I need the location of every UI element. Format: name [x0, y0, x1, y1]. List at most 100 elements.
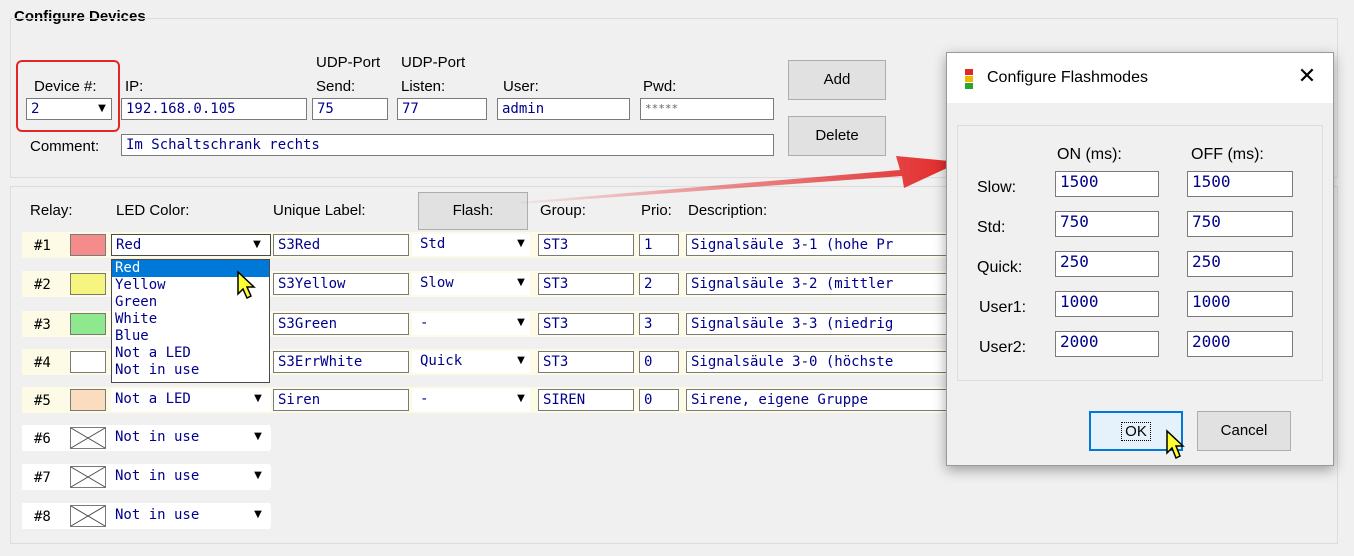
off-ms-field[interactable]: 2000 [1187, 331, 1293, 357]
flash-mode-select[interactable]: - ▼ [412, 389, 530, 411]
led-color-select[interactable]: Red ▼ [111, 234, 271, 256]
description-field[interactable]: Sirene, eigene Gruppe [686, 389, 948, 411]
ok-button-label: OK [1121, 422, 1151, 441]
led-color-swatch [70, 313, 106, 335]
on-ms-field[interactable]: 750 [1055, 211, 1159, 237]
cross-box-icon [70, 505, 106, 527]
cursor-icon [1166, 429, 1185, 460]
description-field[interactable]: Signalsäule 3-1 (hohe Pr [686, 234, 948, 256]
prio-field[interactable]: 0 [639, 389, 679, 411]
group-field[interactable]: ST3 [538, 351, 634, 373]
on-ms-field[interactable]: 1000 [1055, 291, 1159, 317]
group-field[interactable]: ST3 [538, 273, 634, 295]
send-label: Send: [316, 78, 356, 95]
prio-field[interactable]: 2 [639, 273, 679, 295]
group-field[interactable]: SIREN [538, 389, 634, 411]
relay-number: #1 [34, 238, 51, 254]
on-ms-field[interactable]: 250 [1055, 251, 1159, 277]
dropdown-arrow-icon[interactable]: ▼ [93, 99, 111, 119]
group-field[interactable]: ST3 [538, 313, 634, 335]
on-ms-field[interactable]: 1500 [1055, 171, 1159, 197]
device-label: Device #: [34, 78, 97, 95]
description-field[interactable]: Signalsäule 3-2 (mittler [686, 273, 948, 295]
flash-mode-select[interactable]: Quick ▼ [412, 351, 530, 373]
relay-number: #8 [34, 509, 51, 525]
dropdown-arrow-icon[interactable]: ▼ [512, 389, 530, 409]
dropdown-arrow-icon[interactable]: ▼ [512, 234, 530, 254]
group-field[interactable]: ST3 [538, 234, 634, 256]
mode-label: Quick: [977, 259, 1023, 276]
prio-field[interactable]: 0 [639, 351, 679, 373]
unique-label-field[interactable]: S3Red [273, 234, 409, 256]
led-color-swatch [70, 389, 106, 411]
flash-mode-select[interactable]: - ▼ [412, 313, 530, 335]
off-ms-field[interactable]: 1500 [1187, 171, 1293, 197]
device-highlight-box [16, 60, 120, 132]
dropdown-option[interactable]: White [112, 311, 269, 328]
led-color-value: Not in use [115, 468, 200, 484]
traffic-light-icon [965, 69, 973, 89]
add-button[interactable]: Add [788, 60, 886, 100]
flash-button-label: Flash: [452, 202, 494, 219]
dropdown-option[interactable]: Not in use [112, 362, 269, 379]
description-field[interactable]: Signalsäule 3-3 (niedrig [686, 313, 948, 335]
on-ms-field[interactable]: 2000 [1055, 331, 1159, 357]
led-color-value: Not a LED [115, 391, 191, 407]
udp-listen-header: UDP-Port [401, 54, 466, 71]
led-color-swatch [70, 351, 106, 373]
led-color-select[interactable]: Not in use ▼ [111, 505, 271, 527]
cursor-icon [237, 270, 256, 300]
unique-label-field[interactable]: S3Yellow [273, 273, 409, 295]
user-field[interactable]: admin [497, 98, 630, 120]
dropdown-option[interactable]: Not a LED [112, 345, 269, 362]
unique-label-field[interactable]: S3Green [273, 313, 409, 335]
dropdown-arrow-icon[interactable]: ▼ [249, 466, 267, 486]
flash-mode-select[interactable]: Std ▼ [412, 234, 530, 256]
cancel-button[interactable]: Cancel [1197, 411, 1291, 451]
off-ms-field[interactable]: 250 [1187, 251, 1293, 277]
dialog-title: Configure Flashmodes [987, 69, 1148, 86]
relay-number: #7 [34, 470, 51, 486]
listen-label: Listen: [401, 78, 446, 95]
ip-field[interactable]: 192.168.0.105 [121, 98, 307, 120]
led-color-swatch [70, 273, 106, 295]
relay-number: #6 [34, 431, 51, 447]
flash-button[interactable]: Flash: [418, 192, 528, 230]
dropdown-arrow-icon[interactable]: ▼ [512, 273, 530, 293]
off-header: OFF (ms): [1191, 146, 1264, 163]
pwd-label: Pwd: [643, 78, 677, 95]
relay-number: #2 [34, 277, 51, 293]
prio-field[interactable]: 3 [639, 313, 679, 335]
device-select[interactable]: 2 ▼ [26, 98, 112, 120]
prio-field[interactable]: 1 [639, 234, 679, 256]
relay-header: Relay: [30, 202, 73, 219]
password-field[interactable]: ***** [640, 98, 774, 120]
dropdown-option[interactable]: Blue [112, 328, 269, 345]
dropdown-arrow-icon[interactable]: ▼ [512, 313, 530, 333]
led-color-select[interactable]: Not in use ▼ [111, 466, 271, 488]
unique-label-field[interactable]: S3ErrWhite [273, 351, 409, 373]
dropdown-arrow-icon[interactable]: ▼ [249, 427, 267, 447]
dropdown-arrow-icon[interactable]: ▼ [249, 505, 267, 525]
dropdown-arrow-icon[interactable]: ▼ [512, 351, 530, 371]
dropdown-arrow-icon[interactable]: ▼ [249, 389, 267, 409]
led-color-select[interactable]: Not in use ▼ [111, 427, 271, 449]
flash-mode-value: - [420, 315, 429, 331]
led-color-swatch [70, 234, 106, 256]
close-icon[interactable]: ✕ [1293, 63, 1321, 91]
unique-label-field[interactable]: Siren [273, 389, 409, 411]
dropdown-arrow-icon[interactable]: ▼ [248, 235, 266, 255]
led-color-header: LED Color: [116, 202, 190, 219]
off-ms-field[interactable]: 750 [1187, 211, 1293, 237]
mode-label: User1: [979, 299, 1027, 316]
listen-port-field[interactable]: 77 [397, 98, 487, 120]
flash-mode-value: Std [420, 236, 446, 252]
mode-label: Std: [977, 219, 1006, 236]
led-color-value: Not in use [115, 429, 200, 445]
led-color-select[interactable]: Not a LED ▼ [111, 389, 271, 411]
led-color-value: Not in use [115, 507, 200, 523]
send-port-field[interactable]: 75 [312, 98, 388, 120]
flash-mode-select[interactable]: Slow ▼ [412, 273, 530, 295]
description-field[interactable]: Signalsäule 3-0 (höchste [686, 351, 948, 373]
off-ms-field[interactable]: 1000 [1187, 291, 1293, 317]
